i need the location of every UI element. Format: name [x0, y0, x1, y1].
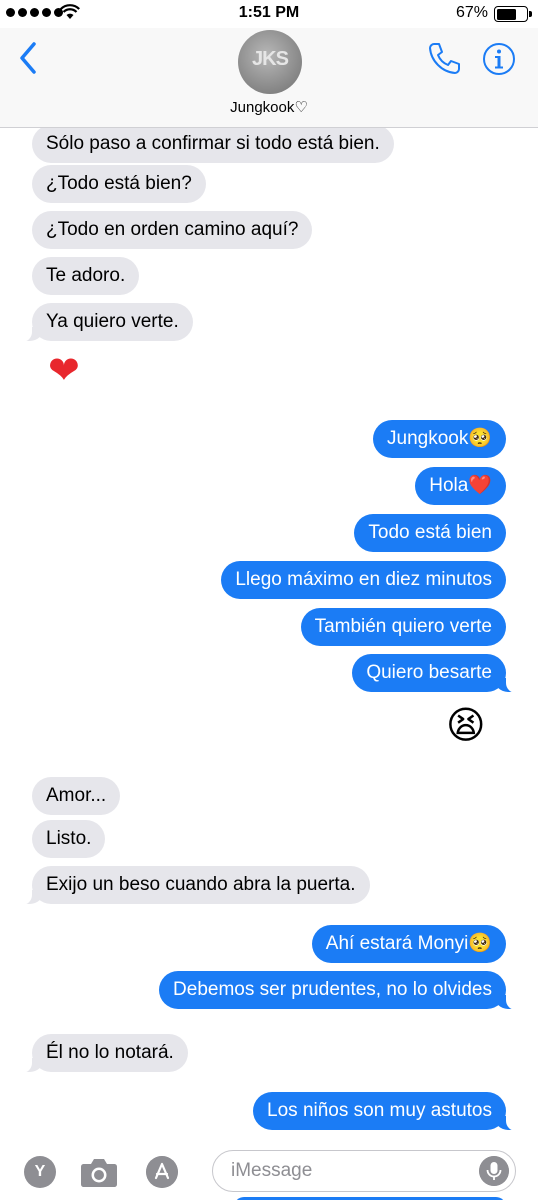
camera-icon[interactable]	[80, 1156, 118, 1188]
message-thread[interactable]: Sólo paso a confirmar si todo está bien.…	[0, 128, 538, 1142]
message-bubble-outgoing[interactable]: Llego máximo en diez minutos	[221, 561, 506, 599]
message-input-field[interactable]	[212, 1150, 516, 1192]
avatar-text: JKS	[252, 48, 289, 70]
conversation-header: JKS Jungkook♡	[0, 28, 538, 128]
message-bubble-outgoing[interactable]: Debemos ser prudentes, no lo olvides	[159, 971, 518, 1010]
message-bubble-incoming[interactable]: Te adoro.	[32, 257, 140, 295]
tired-face-emoji-message[interactable]: 😫	[446, 703, 486, 747]
message-bubble-incoming[interactable]: Listo.	[32, 820, 106, 858]
imessage-input[interactable]	[231, 1159, 471, 1183]
message-bubble-incoming[interactable]: Amor...	[32, 777, 121, 815]
message-bubble-outgoing[interactable]: Los niños son muy astutos	[253, 1092, 518, 1131]
app-store-icon[interactable]	[146, 1156, 178, 1188]
battery-icon	[494, 6, 532, 22]
message-bubble-incoming[interactable]: Sólo paso a confirmar si todo está bien.	[32, 128, 394, 163]
compose-bar: Y	[0, 1142, 538, 1200]
heart-emoji-message[interactable]: ❤	[48, 348, 80, 392]
message-bubble-incoming[interactable]: Exijo un beso cuando abra la puerta.	[20, 866, 370, 905]
message-bubble-outgoing[interactable]: Jungkook🥺	[373, 420, 506, 458]
battery-percent: 67%	[455, 4, 488, 21]
info-icon[interactable]	[482, 42, 516, 76]
message-bubble-outgoing[interactable]: También quiero verte	[300, 608, 506, 646]
microphone-icon[interactable]	[479, 1156, 509, 1186]
status-bar: 1:51 PM 67%	[0, 0, 538, 28]
message-bubble-outgoing[interactable]: Ahí estará Monyi🥺	[311, 925, 506, 963]
message-bubble-incoming[interactable]: Ya quiero verte.	[20, 303, 193, 342]
app-drawer-button[interactable]: Y	[24, 1156, 56, 1188]
back-chevron-icon[interactable]	[14, 38, 44, 78]
message-bubble-outgoing[interactable]: Quiero besarte	[352, 654, 518, 693]
message-bubble-outgoing[interactable]: Todo está bien	[354, 514, 506, 552]
contact-name[interactable]: Jungkook♡	[0, 98, 538, 116]
phone-icon[interactable]	[426, 40, 462, 76]
message-bubble-incoming[interactable]: ¿Todo está bien?	[32, 165, 206, 203]
message-bubble-incoming[interactable]: ¿Todo en orden camino aquí?	[32, 211, 313, 249]
message-bubble-incoming[interactable]: Él no lo notará.	[20, 1034, 188, 1073]
message-bubble-outgoing[interactable]: Hola❤️	[415, 467, 506, 505]
contact-avatar[interactable]: JKS	[238, 30, 302, 94]
